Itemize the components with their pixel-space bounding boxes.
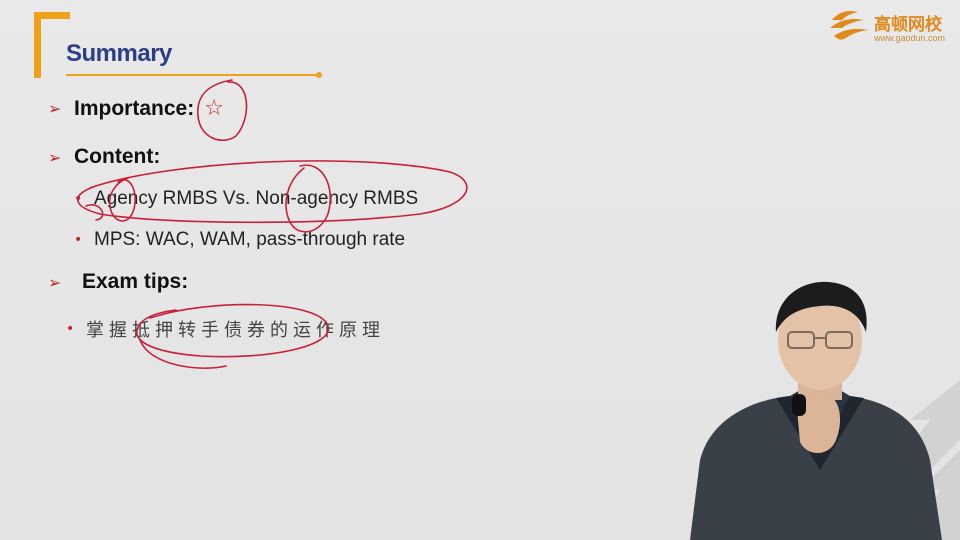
list-item-text: Agency RMBS Vs. Non-agency RMBS bbox=[94, 188, 419, 209]
dot-bullet-icon: • bbox=[74, 191, 83, 207]
logo-name: 高顿网校 bbox=[874, 15, 942, 35]
list-item-text: MPS: WAC, WAM, pass-through rate bbox=[94, 229, 406, 250]
arrow-bullet-icon: ➢ bbox=[48, 272, 62, 292]
list-item: • 掌握抵押转手债券的运作原理 bbox=[66, 316, 385, 342]
gaodun-logo-icon bbox=[830, 11, 868, 40]
section-heading: Content: bbox=[74, 145, 161, 168]
gaodun-logo: 高顿网校 www.gaodun.com bbox=[828, 6, 956, 46]
list-item-text: 掌握抵押转手债券的运作原理 bbox=[86, 320, 385, 341]
dot-bullet-icon: • bbox=[66, 321, 75, 337]
section-content: ➢ Content: bbox=[48, 145, 160, 169]
title-bracket-decoration bbox=[34, 12, 70, 78]
presenter-video bbox=[690, 281, 942, 540]
list-item: • Agency RMBS Vs. Non-agency RMBS bbox=[74, 188, 418, 210]
dot-bullet-icon: • bbox=[74, 232, 83, 248]
lecture-slide: Summary 高顿网校 www.gaodun.com ➢ Importance… bbox=[0, 0, 960, 540]
title-underline bbox=[66, 74, 318, 76]
arrow-bullet-icon: ➢ bbox=[48, 147, 62, 167]
section-importance: ➢ Importance: ☆ bbox=[48, 96, 224, 121]
title-underline-dot bbox=[316, 72, 322, 78]
section-heading: Exam tips: bbox=[82, 270, 189, 293]
slide-title: Summary bbox=[66, 40, 172, 67]
logo-url: www.gaodun.com bbox=[874, 33, 946, 43]
section-exam-tips: ➢ Exam tips: bbox=[48, 270, 188, 294]
list-item: • MPS: WAC, WAM, pass-through rate bbox=[74, 229, 405, 251]
star-outline-icon: ☆ bbox=[204, 96, 224, 121]
section-heading: Importance: bbox=[74, 96, 195, 120]
arrow-bullet-icon: ➢ bbox=[48, 99, 62, 118]
